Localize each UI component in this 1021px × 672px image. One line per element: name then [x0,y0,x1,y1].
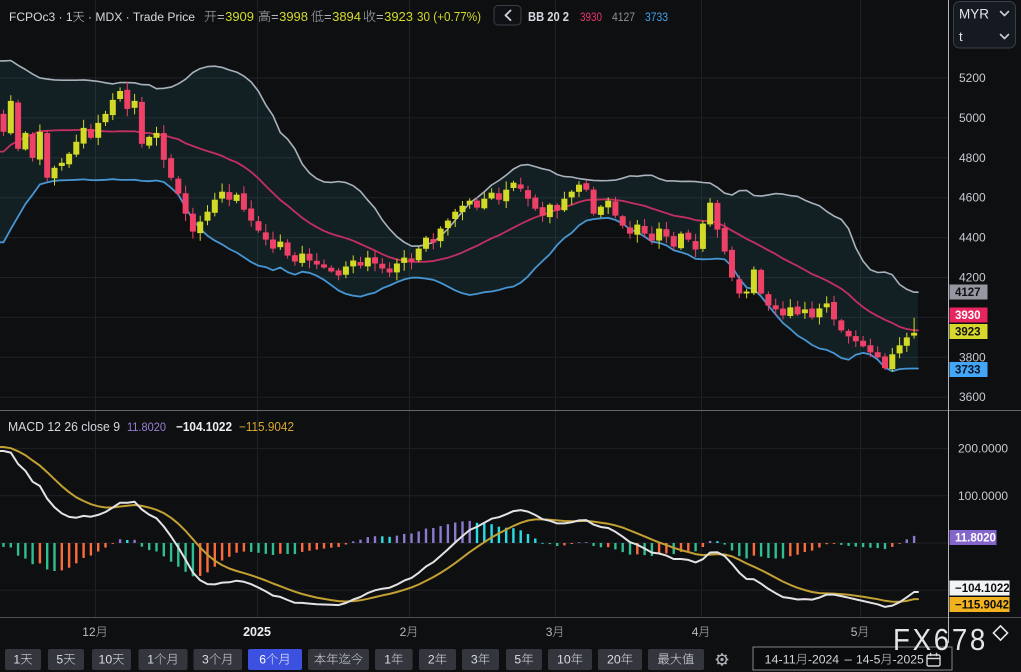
svg-text:2: 2 [428,653,435,667]
svg-text:2025: 2025 [243,625,271,639]
svg-text:3930: 3930 [955,310,981,322]
svg-text:3: 3 [471,653,478,667]
svg-text:t: t [959,29,963,44]
svg-text:MYR: MYR [959,7,989,22]
svg-text:5: 5 [56,653,63,667]
svg-text:3923: 3923 [384,9,413,24]
svg-text:1: 1 [384,653,391,667]
svg-text:5200: 5200 [959,71,986,85]
svg-text:−115.9042: −115.9042 [955,600,1009,612]
svg-text:10: 10 [99,653,113,667]
svg-text:=: = [217,9,225,24]
svg-text:14-11: 14-11 [765,653,796,667]
svg-text:12: 12 [82,625,96,639]
svg-text:5000: 5000 [959,111,986,125]
svg-text:10: 10 [557,653,571,667]
svg-text:100.0000: 100.0000 [958,489,1008,503]
svg-text:BB 20 2: BB 20 2 [528,10,569,24]
svg-text:4400: 4400 [959,231,986,245]
svg-text:20: 20 [607,653,621,667]
svg-text:4127: 4127 [955,287,981,299]
svg-text:1: 1 [147,653,154,667]
svg-text:3998: 3998 [279,9,308,24]
svg-text:14-5: 14-5 [856,653,881,667]
svg-text:200.0000: 200.0000 [958,442,1008,456]
svg-text:3930: 3930 [580,10,602,24]
svg-text:11.8020: 11.8020 [955,533,996,545]
svg-text:6: 6 [259,653,266,667]
svg-text:3909: 3909 [225,9,254,24]
svg-text:3600: 3600 [959,390,986,404]
svg-text:2: 2 [400,625,407,639]
svg-text:=: = [376,9,384,24]
svg-text:–: – [845,652,853,667]
svg-text:−115.9042: −115.9042 [239,420,294,434]
svg-text:4: 4 [692,625,699,639]
svg-text:3: 3 [546,625,553,639]
svg-text:· MDX · Trade Price: · MDX · Trade Price [85,10,196,24]
svg-text:5: 5 [514,653,521,667]
svg-text:FX678: FX678 [893,622,988,657]
svg-text:−104.1022: −104.1022 [176,420,232,434]
svg-text:5: 5 [851,625,858,639]
svg-text:1: 1 [13,653,20,667]
svg-text:3: 3 [202,653,209,667]
svg-text:MACD 12 26 close 9: MACD 12 26 close 9 [8,419,120,434]
svg-text:11.8020: 11.8020 [127,420,166,434]
svg-text:-2024: -2024 [808,653,839,667]
svg-text:FCPOc3 · 1: FCPOc3 · 1 [9,10,73,24]
svg-text:4127: 4127 [612,10,635,24]
svg-text:30 (+0.77%): 30 (+0.77%) [417,9,481,24]
svg-text:4200: 4200 [959,271,986,285]
svg-text:=: = [324,9,332,24]
svg-text:3923: 3923 [955,327,981,339]
svg-text:3733: 3733 [955,365,981,377]
svg-text:−104.1022: −104.1022 [955,583,1010,595]
svg-text:3894: 3894 [332,9,361,24]
svg-text:3733: 3733 [645,10,668,24]
svg-text:=: = [271,9,279,24]
svg-text:4600: 4600 [959,191,986,205]
svg-text:4800: 4800 [959,151,986,165]
